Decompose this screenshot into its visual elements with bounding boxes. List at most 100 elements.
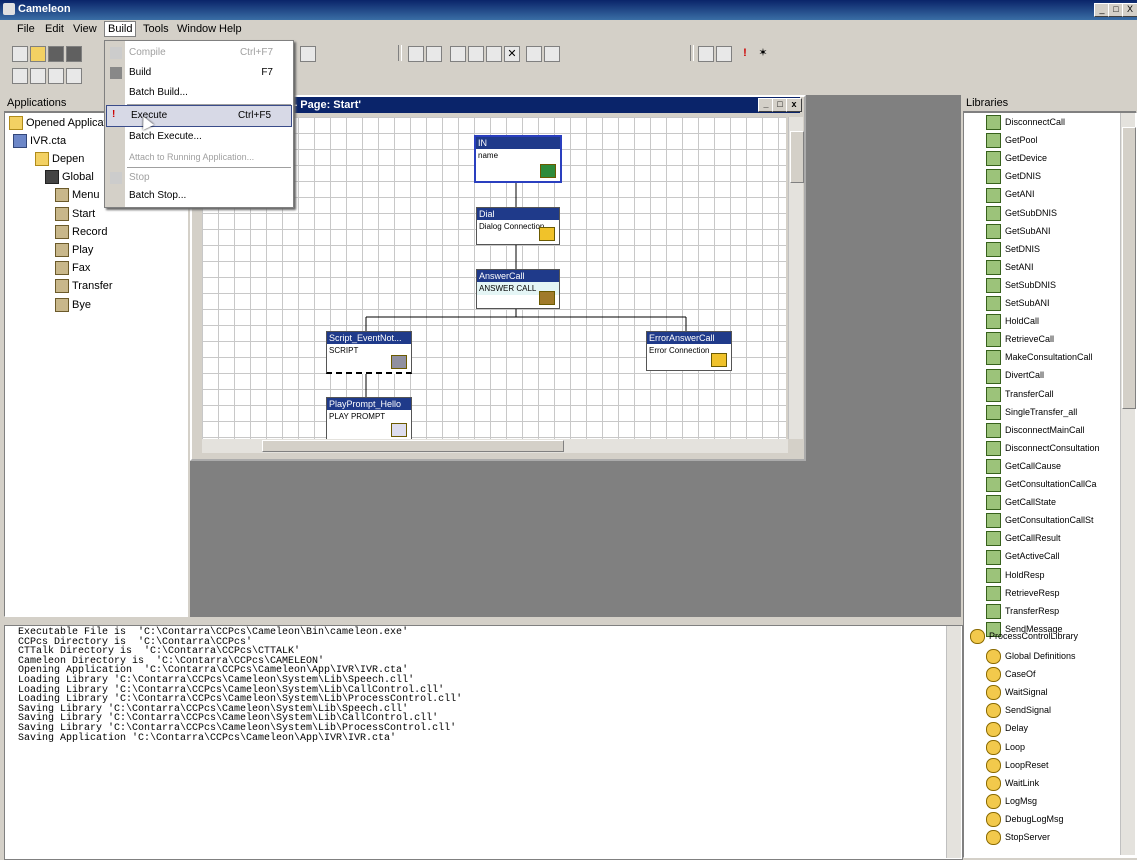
editor-vertical-scrollbar[interactable] xyxy=(788,117,804,439)
library-item[interactable]: GetCallState xyxy=(986,493,1056,511)
library-item[interactable]: LogMsg xyxy=(986,792,1037,810)
library-item[interactable]: WaitLink xyxy=(986,774,1039,792)
library-item[interactable]: SetANI xyxy=(986,258,1034,276)
library-item[interactable]: SingleTransfer_all xyxy=(986,403,1077,421)
menu-item-compile[interactable]: Compile Ctrl+F7 xyxy=(105,43,293,63)
open-folder-icon[interactable] xyxy=(30,46,46,62)
scroll-thumb[interactable] xyxy=(1122,127,1136,409)
window-icon[interactable] xyxy=(300,46,316,62)
menu-view[interactable]: View xyxy=(70,23,100,35)
library-item[interactable]: TransferResp xyxy=(986,602,1059,620)
tree-item-menu[interactable]: Menu xyxy=(55,187,100,203)
output-vertical-scrollbar[interactable] xyxy=(946,626,961,858)
library-item[interactable]: SetSubDNIS xyxy=(986,276,1056,294)
menu-item-batch-execute[interactable]: Batch Execute... xyxy=(105,127,293,147)
resize-icon[interactable] xyxy=(66,68,82,84)
save-all-icon[interactable] xyxy=(66,46,82,62)
menu-item-batch-build[interactable]: Batch Build... xyxy=(105,83,293,103)
library-item[interactable]: GetDevice xyxy=(986,149,1047,167)
library-item[interactable]: GetConsultationCallSt xyxy=(986,511,1094,529)
tree-item-record[interactable]: Record xyxy=(55,224,107,240)
library-item[interactable]: GetCallResult xyxy=(986,529,1061,547)
node-playprompt[interactable]: PlayPrompt_Hello PLAY PROMPT xyxy=(326,397,412,439)
library-item[interactable]: DebugLogMsg xyxy=(986,810,1064,828)
menu-item-batch-stop[interactable]: Batch Stop... xyxy=(105,186,293,206)
library-item[interactable]: WaitSignal xyxy=(986,683,1048,701)
library-item[interactable]: SetDNIS xyxy=(986,240,1040,258)
library-item[interactable]: GetSubANI xyxy=(986,222,1051,240)
menu-item-execute[interactable]: ! Execute Ctrl+F5 xyxy=(106,105,292,127)
close-button[interactable]: X xyxy=(1122,3,1137,17)
cut-icon[interactable] xyxy=(450,46,466,62)
library-item[interactable]: SendSignal xyxy=(986,701,1051,719)
tree-item-start[interactable]: Start xyxy=(55,206,95,222)
undo-icon[interactable] xyxy=(408,46,424,62)
library-item[interactable]: DisconnectConsultation xyxy=(986,439,1100,457)
library-item[interactable]: SetSubANI xyxy=(986,294,1050,312)
library-item[interactable]: LoopReset xyxy=(986,756,1049,774)
library-item[interactable]: GetActiveCall xyxy=(986,547,1060,565)
tree-item-transfer[interactable]: Transfer xyxy=(55,278,113,294)
library-item[interactable]: DisconnectCall xyxy=(986,113,1065,131)
library-item[interactable]: DivertCall xyxy=(986,366,1044,384)
menu-item-attach[interactable]: Attach to Running Application... xyxy=(105,147,293,167)
stop-icon[interactable]: ✶ xyxy=(756,46,770,60)
tree-item-depen[interactable]: Depen xyxy=(35,151,84,167)
menu-window[interactable]: Window xyxy=(174,23,219,35)
compile-icon[interactable] xyxy=(698,46,714,62)
tree-item-fax[interactable]: Fax xyxy=(55,260,90,276)
menu-build[interactable]: Build xyxy=(104,21,137,37)
library-item[interactable]: TransferCall xyxy=(986,385,1054,403)
tree-item-play[interactable]: Play xyxy=(55,242,93,258)
library-item[interactable]: GetSubDNIS xyxy=(986,204,1057,222)
libraries-vertical-scrollbar[interactable] xyxy=(1120,113,1136,855)
library-item[interactable]: MakeConsultationCall xyxy=(986,348,1093,366)
save-icon[interactable] xyxy=(48,46,64,62)
distribute-icon[interactable] xyxy=(48,68,64,84)
node-in[interactable]: IN name xyxy=(474,135,562,183)
editor-horizontal-scrollbar[interactable] xyxy=(202,439,788,453)
menu-help[interactable]: Help xyxy=(216,23,245,35)
library-item[interactable]: Delay xyxy=(986,719,1028,737)
menu-tools[interactable]: Tools xyxy=(140,23,172,35)
execute-icon[interactable]: ! xyxy=(738,46,752,60)
library-item[interactable]: RetrieveCall xyxy=(986,330,1054,348)
node-script[interactable]: Script_EventNot... SCRIPT xyxy=(326,331,412,374)
menu-item-build[interactable]: Build F7 xyxy=(105,63,293,83)
process-control-library[interactable]: ProcessControlLibrary xyxy=(970,627,1078,645)
new-file-icon[interactable] xyxy=(12,46,28,62)
build-icon[interactable] xyxy=(716,46,732,62)
menu-edit[interactable]: Edit xyxy=(42,23,67,35)
tree-app[interactable]: IVR.cta xyxy=(13,133,66,149)
editor-close-button[interactable]: x xyxy=(786,98,802,112)
node-answercall[interactable]: AnswerCall ANSWER CALL xyxy=(476,269,560,309)
library-item[interactable]: GetPool xyxy=(986,131,1038,149)
align-icon[interactable] xyxy=(30,68,46,84)
library-item[interactable]: GetANI xyxy=(986,185,1035,203)
zoom-icon[interactable] xyxy=(544,46,560,62)
menu-file[interactable]: File xyxy=(14,23,38,35)
copy-icon[interactable] xyxy=(468,46,484,62)
library-item[interactable]: Global Definitions xyxy=(986,647,1076,665)
properties-icon[interactable] xyxy=(526,46,542,62)
library-item[interactable]: StopServer xyxy=(986,828,1050,846)
scroll-thumb[interactable] xyxy=(790,131,804,183)
library-item[interactable]: HoldCall xyxy=(986,312,1039,330)
library-item[interactable]: GetDNIS xyxy=(986,167,1041,185)
library-item[interactable]: GetCallCause xyxy=(986,457,1061,475)
node-dial[interactable]: Dial Dialog Connection xyxy=(476,207,560,245)
grid-icon[interactable] xyxy=(12,68,28,84)
scroll-thumb[interactable] xyxy=(262,440,564,452)
library-item[interactable]: RetrieveResp xyxy=(986,584,1060,602)
library-item[interactable]: GetConsultationCallCa xyxy=(986,475,1097,493)
node-erroranswercall[interactable]: ErrorAnswerCall Error Connection xyxy=(646,331,732,371)
paste-icon[interactable] xyxy=(486,46,502,62)
library-item[interactable]: DisconnectMainCall xyxy=(986,421,1085,439)
tree-item-global[interactable]: Global xyxy=(45,169,94,185)
tree-item-bye[interactable]: Bye xyxy=(55,297,91,313)
menu-item-stop[interactable]: Stop xyxy=(105,168,293,188)
library-item[interactable]: CaseOf xyxy=(986,665,1036,683)
library-item[interactable]: Loop xyxy=(986,738,1025,756)
redo-icon[interactable] xyxy=(426,46,442,62)
library-item[interactable]: HoldResp xyxy=(986,566,1045,584)
